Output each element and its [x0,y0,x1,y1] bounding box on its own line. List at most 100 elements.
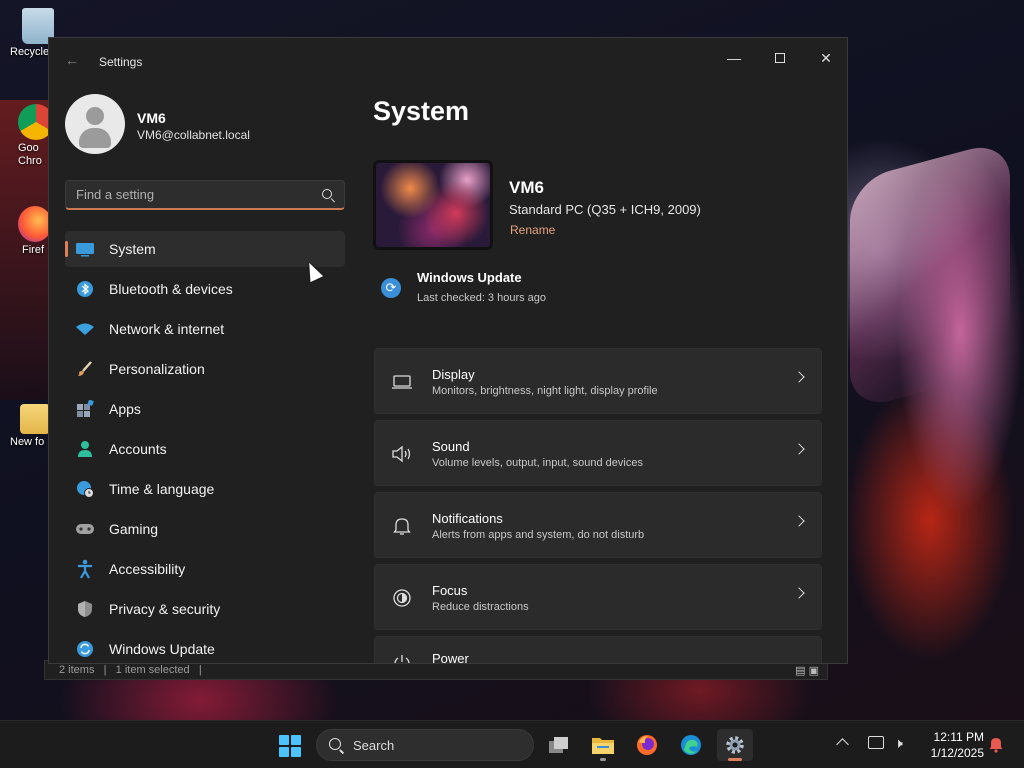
folder-icon [20,404,50,434]
sidebar-item-label: Personalization [109,361,205,377]
page-title: System [373,96,470,126]
sidebar-item-label: Time & language [109,481,215,497]
card-subtitle: Reduce distractions [432,601,529,613]
sidebar-item-gaming[interactable]: Gaming [65,511,345,547]
clock-date: 1/12/2025 [930,746,984,760]
sidebar-item-personalization[interactable]: Personalization [65,351,345,387]
title-bar[interactable]: ← Settings — ✕ [49,38,847,84]
sync-icon [75,639,95,659]
taskbar: Search 🕨 12:11 PM 1/12/2025 [0,720,1024,768]
chevron-right-icon [793,515,805,527]
avatar-body [79,128,111,148]
sidebar-item-label: Network & internet [109,321,225,337]
status-separator: | [103,664,107,676]
edge-button[interactable] [673,729,709,761]
search-icon[interactable] [322,189,332,199]
search-icon [329,738,341,750]
monitor-icon [75,239,95,259]
taskbar-search-label: Search [353,738,395,753]
avatar-head [86,107,104,125]
arrow-left-icon[interactable]: ← [65,52,79,68]
start-button[interactable] [279,735,301,757]
sidebar-item-apps[interactable]: Apps [65,391,345,427]
apps-icon [75,399,95,419]
sidebar-item-time-language[interactable]: Time & language [65,471,345,507]
laptop-icon [391,372,413,392]
sidebar-item-label: Bluetooth & devices [109,281,233,297]
sidebar-item-bluetooth[interactable]: Bluetooth & devices [65,271,345,307]
network-icon[interactable] [868,736,884,749]
taskbar-search[interactable]: Search [316,729,534,761]
desktop-icon-label-2: Chro [18,155,42,167]
minimize-button[interactable]: — [711,44,757,72]
sidebar-item-label: Windows Update [109,641,215,657]
close-icon: ✕ [820,49,832,66]
profile-email: VM6@collabnet.local [137,128,250,142]
sidebar-item-label: Apps [109,401,141,417]
avatar[interactable] [65,94,125,154]
clock[interactable]: 12:11 PM 1/12/2025 [922,729,984,761]
sidebar-item-network[interactable]: Network & internet [65,311,345,347]
sidebar-item-label: System [109,241,156,257]
card-subtitle: Alerts from apps and system, do not dist… [432,529,645,541]
sidebar-item-label: Accounts [109,441,167,457]
bell-icon [391,516,413,536]
firefox-icon [637,735,657,755]
sidebar-nav: System Bluetooth & devices Network & int… [65,231,345,663]
notification-bell-icon[interactable] [988,735,1004,753]
sidebar-item-accessibility[interactable]: Accessibility [65,551,345,587]
card-notifications[interactable]: Notifications Alerts from apps and syste… [374,492,822,558]
settings-taskbar-button[interactable] [717,729,753,761]
file-explorer-button[interactable] [585,729,621,761]
windows-update-title[interactable]: Windows Update [417,270,522,285]
user-profile[interactable]: VM6 VM6@collabnet.local [65,94,250,154]
settings-cards: Display Monitors, brightness, night ligh… [374,348,822,664]
card-display[interactable]: Display Monitors, brightness, night ligh… [374,348,822,414]
card-subtitle: Volume levels, output, input, sound devi… [432,457,643,469]
card-title: Focus [432,583,468,598]
volume-muted-icon[interactable]: 🕨 [894,735,903,752]
search-input[interactable] [66,181,344,208]
settings-window[interactable]: ← Settings — ✕ VM6 VM6@collabnet.local S… [48,37,848,664]
task-view-button[interactable] [541,729,577,761]
globe-clock-icon [75,479,95,499]
device-name: VM6 [509,178,544,197]
sidebar-item-accounts[interactable]: Accounts [65,431,345,467]
device-wallpaper-thumbnail [373,160,493,250]
card-focus[interactable]: Focus Reduce distractions [374,564,822,630]
power-icon [391,653,413,663]
folder-icon [592,738,614,754]
shield-icon [75,599,95,619]
speaker-icon [391,444,413,464]
accessibility-icon [75,559,95,579]
rename-link[interactable]: Rename [510,223,555,237]
sidebar-item-label: Gaming [109,521,159,537]
desktop-icon-label: Goo [18,142,39,154]
view-mode-icons[interactable]: ▤ ▣ [795,664,819,677]
chevron-right-icon [793,371,805,383]
focus-icon [391,588,413,608]
card-subtitle: Monitors, brightness, night light, displ… [432,385,658,397]
sidebar-item-windows-update[interactable]: Windows Update [65,631,345,663]
card-title: Sound [432,439,470,454]
close-button[interactable]: ✕ [803,44,847,72]
person-icon [75,439,95,459]
sidebar-item-system[interactable]: System [65,231,345,267]
chevron-right-icon [793,443,805,455]
card-title: Display [432,367,475,382]
sidebar-item-privacy-security[interactable]: Privacy & security [65,591,345,627]
bluetooth-icon [75,279,95,299]
maximize-button[interactable] [757,44,803,72]
chevron-up-icon[interactable] [836,738,849,751]
firefox-button[interactable] [629,729,665,761]
card-title: Power [432,651,469,664]
profile-name: VM6 [137,110,166,126]
card-sound[interactable]: Sound Volume levels, output, input, soun… [374,420,822,486]
status-selected-count: 1 item selected [115,664,190,676]
sync-icon: ⟳ [381,278,401,298]
edge-icon [681,735,701,755]
card-power[interactable]: Power [374,636,822,664]
status-item-count: 2 items [59,664,95,676]
search-box[interactable] [65,180,345,210]
wifi-icon [75,319,95,339]
